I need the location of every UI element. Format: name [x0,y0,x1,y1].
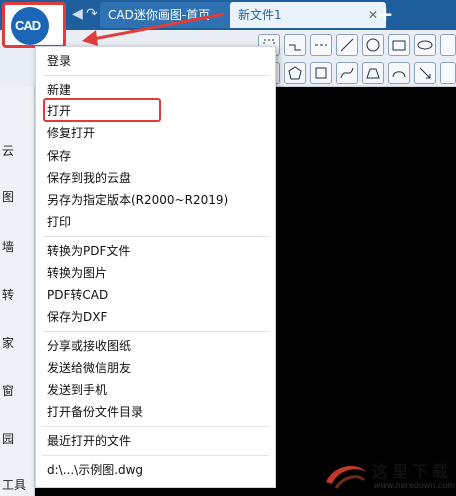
trapezoid-tool-icon[interactable] [362,62,384,84]
open-highlight-box [43,98,161,122]
tab-home-label: CAD迷你画图-首页 [108,8,211,22]
left-panel-item-1[interactable]: 云 [2,142,16,158]
menu-item-print[interactable]: 打印 [47,212,71,232]
square-tool-icon[interactable] [310,62,332,84]
curve-tool-icon[interactable] [336,62,358,84]
watermark-url: www.heredown.com [374,481,456,490]
menu-item-login[interactable]: 登录 [47,51,71,71]
watermark: 这里下载 www.heredown.com [320,456,456,496]
menu-item-save-cloud[interactable]: 保存到我的云盘 [47,168,131,188]
polyline-tool-icon[interactable] [284,34,306,56]
left-panel-item-2[interactable]: 图 [2,188,16,204]
add-tab-button[interactable]: + [374,3,396,27]
menu-separator [42,75,269,76]
more-tools-icon[interactable] [440,34,456,56]
menu-item-save[interactable]: 保存 [47,146,71,166]
menu-item-convert-pdf[interactable]: 转换为PDF文件 [47,241,130,261]
cad-logo-icon: CAD [11,7,49,45]
menu-item-backup-dir[interactable]: 打开备份文件目录 [47,402,143,422]
left-panel-item-3[interactable]: 墙 [2,238,16,254]
logo-text: CAD [15,18,41,33]
menu-item-convert-image[interactable]: 转换为图片 [47,263,107,283]
back-arrow-icon[interactable]: ◀ [72,7,86,21]
more-tools-2-icon[interactable] [440,62,456,84]
circle-tool-icon[interactable] [362,34,384,56]
rectangle-tool-icon[interactable] [388,34,410,56]
dashed-line-tool-icon[interactable] [310,34,332,56]
left-panel: 云 图 墙 转 家 窗 园 [0,86,35,496]
left-panel-item-7[interactable]: 园 [2,430,16,446]
title-bar: ◀ ↷ CAD迷你画图-首页 新文件1 ✕ + [0,0,456,30]
menu-item-new[interactable]: 新建 [47,80,71,100]
menu-item-recent-files[interactable]: 最近打开的文件 [47,431,131,451]
arrow-tool-icon[interactable] [414,62,436,84]
menu-item-recent-file-1[interactable]: d:\...\示例图.dwg [47,460,143,480]
ellipse-tool-icon[interactable] [414,34,436,56]
menu-separator [42,331,269,332]
left-panel-item-6[interactable]: 窗 [2,382,16,398]
menu-item-pdf-to-cad[interactable]: PDF转CAD [47,285,108,305]
pentagon-tool-icon[interactable] [284,62,306,84]
menu-item-save-as-version[interactable]: 另存为指定版本(R2000~R2019) [47,190,228,210]
tab-home[interactable]: CAD迷你画图-首页 [100,2,246,28]
line-tool-icon[interactable] [336,34,358,56]
menu-item-repair-open[interactable]: 修复打开 [47,123,95,143]
app-menu-button[interactable]: CAD [2,2,66,48]
watermark-swoosh-icon [326,466,366,489]
left-panel-item-4[interactable]: 转 [2,286,16,302]
menu-separator [42,236,269,237]
menu-item-save-dxf[interactable]: 保存为DXF [47,307,107,327]
menu-item-send-wechat[interactable]: 发送给微信朋友 [47,358,131,378]
tab-new-file[interactable]: 新文件1 ✕ [230,2,386,28]
menu-separator [42,426,269,427]
tab-new-file-label: 新文件1 [238,8,282,22]
menu-separator [42,455,269,456]
forward-arrow-icon[interactable]: ↷ [86,7,100,21]
watermark-text: 这里下载 [372,462,453,481]
left-panel-item-5[interactable]: 家 [2,334,16,350]
menu-item-share[interactable]: 分享或接收图纸 [47,336,131,356]
arc-tool-icon[interactable] [388,62,410,84]
menu-item-send-phone[interactable]: 发送到手机 [47,380,107,400]
tools-label[interactable]: 工具 [2,476,26,493]
file-menu: 登录 新建 打开 修复打开 保存 保存到我的云盘 另存为指定版本(R2000~R… [35,46,276,488]
